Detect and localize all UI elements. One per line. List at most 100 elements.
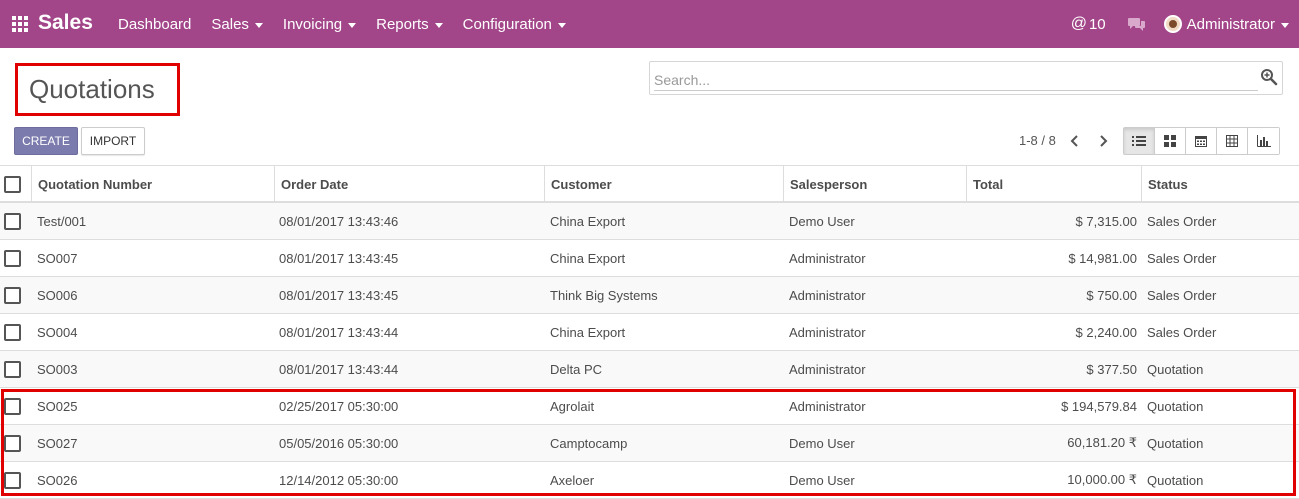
cell-order-date: 08/01/2017 13:43:45 [279,287,399,303]
graph-view-icon [1256,135,1271,147]
caret-down-icon [557,22,566,28]
cell-order-date: 08/01/2017 13:43:44 [279,324,399,340]
cell-salesperson: Administrator [789,324,866,340]
avatar [1163,15,1182,33]
cell-quotation-number: SO004 [37,324,78,340]
cell-order-date: 05/05/2016 05:30:00 [279,435,399,451]
view-switcher [1123,127,1280,155]
calendar-view-button[interactable] [1186,128,1217,154]
table-row[interactable]: SO025 02/25/2017 05:30:00 Agrolait Admin… [0,388,1299,425]
row-checkbox[interactable] [4,324,21,341]
apps-menu-icon[interactable] [12,16,30,32]
kanban-view-button[interactable] [1155,128,1186,154]
column-header-total[interactable]: Total [966,166,1142,202]
row-checkbox[interactable] [4,472,21,489]
search-icon[interactable] [1260,68,1278,86]
table-row[interactable]: SO027 05/05/2016 05:30:00 Camptocamp Dem… [0,425,1299,462]
column-header-status[interactable]: Status [1141,166,1299,202]
column-header-salesperson[interactable]: Salesperson [783,166,967,202]
cell-total: $ 14,981.00 [1068,250,1137,266]
table-row[interactable]: SO026 12/14/2012 05:30:00 Axeloer Demo U… [0,462,1299,499]
menu-invoicing-label: Invoicing [282,15,343,33]
caret-down-icon [348,22,357,28]
menu-configuration-label: Configuration [462,15,552,33]
column-header-order-date[interactable]: Order Date [274,166,545,202]
cell-status: Quotation [1147,472,1204,488]
menu-dashboard-label: Dashboard [118,15,192,33]
table-row[interactable]: SO007 08/01/2017 13:43:45 China Export A… [0,240,1299,277]
table-row[interactable]: SO003 08/01/2017 13:43:44 Delta PC Admin… [0,351,1299,388]
menu-sales[interactable]: Sales [201,0,273,48]
pager-value[interactable]: 1-8 / 8 [1019,133,1056,148]
user-menu[interactable]: Administrator [1163,15,1289,33]
cell-customer: China Export [550,324,626,340]
search-bar [649,61,1283,95]
table-row[interactable]: SO006 08/01/2017 13:43:45 Think Big Syst… [0,277,1299,314]
cell-status: Sales Order [1147,250,1217,266]
cell-status: Sales Order [1147,213,1217,229]
cell-quotation-number: Test/001 [37,213,87,229]
at-sign-icon: @ [1070,15,1087,32]
column-header-quotation-number[interactable]: Quotation Number [31,166,275,202]
cell-total: $ 377.50 [1086,361,1137,377]
caret-down-icon [254,22,263,28]
cell-total: $ 194,579.84 [1061,398,1137,414]
cell-salesperson: Demo User [789,472,855,488]
row-checkbox[interactable] [4,398,21,415]
cell-salesperson: Demo User [789,435,855,451]
cell-customer: Delta PC [550,361,603,377]
cell-salesperson: Administrator [789,398,866,414]
menu-dashboard[interactable]: Dashboard [108,0,201,48]
app-brand[interactable]: Sales [38,11,93,35]
row-checkbox[interactable] [4,361,21,378]
cell-total: $ 2,240.00 [1075,324,1137,340]
kanban-view-icon [1164,135,1176,147]
main-menu: Dashboard Sales Invoicing Reports Config… [108,0,576,48]
menu-reports[interactable]: Reports [366,0,453,48]
select-all-checkbox[interactable] [4,176,21,193]
row-checkbox[interactable] [4,213,21,230]
cell-salesperson: Administrator [789,287,866,303]
column-header-customer[interactable]: Customer [544,166,784,202]
cell-quotation-number: SO007 [37,250,78,266]
create-button[interactable]: CREATE [14,127,78,155]
cell-total: 10,000.00 ₹ [1067,472,1137,487]
menu-sales-label: Sales [211,15,249,33]
search-input[interactable] [654,69,1258,91]
cell-quotation-number: SO025 [37,398,78,414]
list-view-button[interactable] [1124,128,1155,154]
cell-customer: China Export [550,213,626,229]
menu-invoicing[interactable]: Invoicing [273,0,366,48]
cell-customer: Axeloer [550,472,595,488]
caret-down-icon [1281,22,1289,28]
cell-total: $ 7,315.00 [1075,213,1137,229]
list-view-icon [1132,136,1146,146]
pivot-view-button[interactable] [1217,128,1248,154]
caret-down-icon [434,22,443,28]
cell-total: $ 750.00 [1086,287,1137,303]
row-checkbox[interactable] [4,435,21,452]
navbar-right: @ 10 Administrator [1071,0,1289,48]
row-checkbox[interactable] [4,250,21,267]
row-checkbox[interactable] [4,287,21,304]
graph-view-button[interactable] [1248,128,1279,154]
cell-total: 60,181.20 ₹ [1067,435,1137,450]
cell-customer: Think Big Systems [550,287,658,303]
chat-bubbles-icon[interactable] [1127,16,1146,32]
import-button[interactable]: IMPORT [81,127,145,155]
mentions-button[interactable]: @ 10 [1071,15,1106,33]
cell-salesperson: Administrator [789,361,866,377]
table-row[interactable]: SO004 08/01/2017 13:43:44 China Export A… [0,314,1299,351]
pivot-view-icon [1226,135,1238,147]
cell-order-date: 08/01/2017 13:43:44 [279,361,399,377]
title-highlight-box [15,63,180,116]
cell-status: Quotation [1147,361,1204,377]
table-header: Quotation Number Order Date Customer Sal… [0,165,1299,203]
pager-previous-button[interactable] [1062,128,1088,154]
pager-next-button[interactable] [1090,128,1116,154]
menu-configuration[interactable]: Configuration [453,0,576,48]
cell-order-date: 02/25/2017 05:30:00 [279,398,399,414]
table-row[interactable]: Test/001 08/01/2017 13:43:46 China Expor… [0,203,1299,240]
cell-customer: China Export [550,250,626,266]
cell-order-date: 08/01/2017 13:43:45 [279,250,399,266]
